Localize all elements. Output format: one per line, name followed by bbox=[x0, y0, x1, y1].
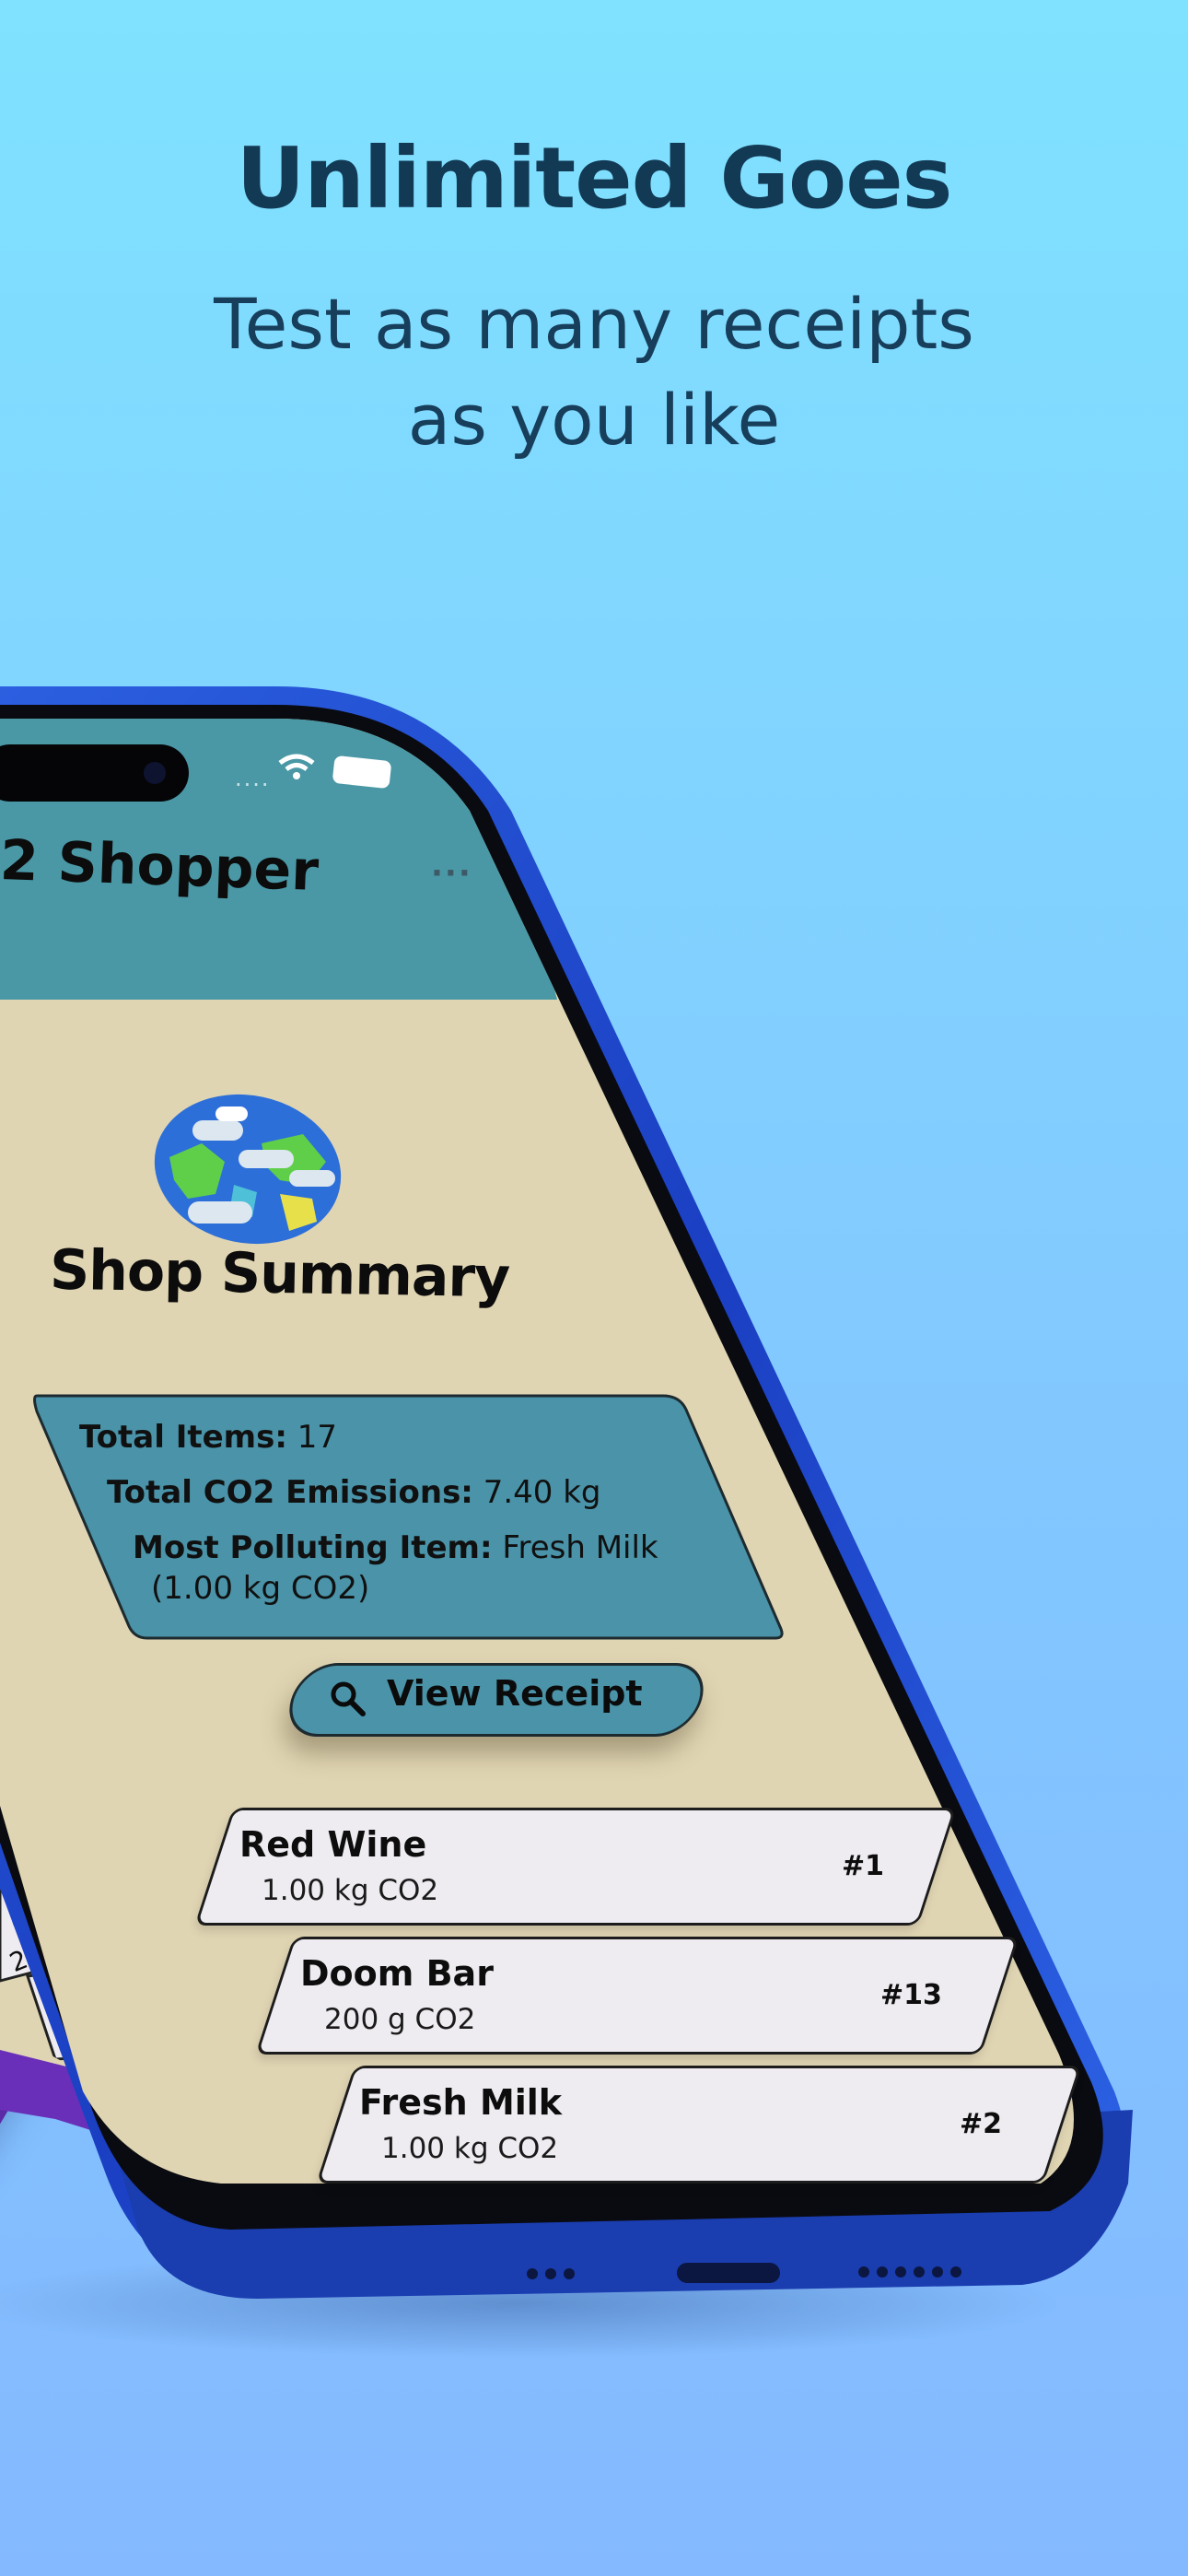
total-co2: Total CO2 Emissions: 7.40 kg bbox=[107, 1474, 601, 1511]
item-co2: 1.00 kg CO2 bbox=[262, 1874, 439, 1907]
total-items-label: Total Items: bbox=[79, 1419, 287, 1456]
item-co2: 1.00 kg CO2 bbox=[381, 2132, 559, 2165]
most-polluting: Most Polluting Item: Fresh Milk bbox=[133, 1529, 658, 1566]
most-polluting-label: Most Polluting Item: bbox=[133, 1529, 493, 1566]
most-polluting-detail: (1.00 kg CO2) bbox=[151, 1570, 370, 1607]
total-co2-label: Total CO2 Emissions: bbox=[107, 1474, 473, 1511]
globe-icon bbox=[154, 1094, 342, 1245]
more-options-button[interactable]: ··· bbox=[431, 855, 472, 892]
item-rank: #2 bbox=[960, 2108, 1003, 2140]
item-name: Doom Bar bbox=[300, 1953, 494, 1994]
most-polluting-value: Fresh Milk bbox=[502, 1529, 658, 1566]
item-rank: #1 bbox=[842, 1850, 885, 1882]
total-co2-value: 7.40 kg bbox=[483, 1474, 601, 1511]
total-items-value: 17 bbox=[297, 1419, 338, 1456]
item-name: Fresh Milk bbox=[359, 2082, 563, 2123]
battery-icon bbox=[332, 755, 392, 790]
wifi-icon bbox=[278, 754, 315, 779]
item-rank: #13 bbox=[880, 1979, 942, 2011]
view-receipt-label: View Receipt bbox=[387, 1673, 643, 1714]
item-co2: 200 g CO2 bbox=[324, 2003, 476, 2036]
total-items: Total Items: 17 bbox=[79, 1419, 337, 1456]
item-name: Red Wine bbox=[239, 1824, 427, 1865]
shop-summary-title: Shop Summary bbox=[49, 1237, 510, 1311]
signal-icon: ···· bbox=[235, 772, 271, 798]
search-icon bbox=[331, 1681, 366, 1716]
app-title: 2 Shopper bbox=[0, 827, 320, 905]
